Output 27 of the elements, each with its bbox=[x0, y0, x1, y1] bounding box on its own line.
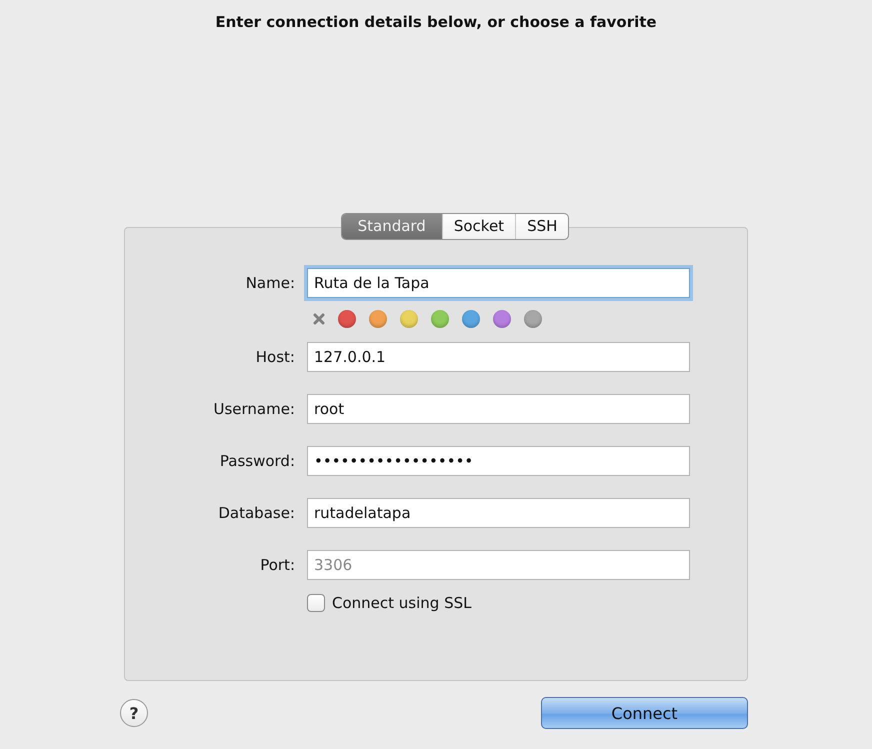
tab[interactable]: Socket bbox=[442, 214, 516, 239]
color-swatch[interactable] bbox=[431, 310, 449, 328]
input-field[interactable]: root bbox=[307, 394, 690, 424]
color-swatch[interactable] bbox=[493, 310, 511, 328]
field-label: Name: bbox=[244, 274, 295, 292]
field-label: Password: bbox=[218, 452, 295, 470]
dialog-heading: Enter connection details below, or choose a favorite bbox=[215, 13, 657, 31]
color-swatch[interactable] bbox=[524, 310, 542, 328]
input-field[interactable]: Ruta de la Tapa bbox=[307, 268, 690, 298]
color-swatch[interactable] bbox=[338, 310, 356, 328]
help-button[interactable]: ? bbox=[120, 699, 148, 727]
clear-color-icon[interactable] bbox=[313, 313, 325, 325]
input-field[interactable]: 127.0.0.1 bbox=[307, 342, 690, 372]
connect-button[interactable]: Connect bbox=[541, 697, 748, 729]
color-swatch[interactable] bbox=[400, 310, 418, 328]
field-label: Database: bbox=[217, 504, 295, 522]
checkbox[interactable] bbox=[307, 594, 325, 612]
field-label: Port: bbox=[259, 556, 295, 574]
color-swatch[interactable] bbox=[462, 310, 480, 328]
color-swatch[interactable] bbox=[369, 310, 387, 328]
input-field[interactable]: •••••••••••••••••• bbox=[307, 446, 690, 476]
checkbox-label: Connect using SSL bbox=[332, 594, 472, 612]
input-field[interactable]: 3306 bbox=[307, 550, 690, 580]
input-field[interactable]: rutadelatapa bbox=[307, 498, 690, 528]
tab[interactable]: Standard bbox=[342, 214, 442, 239]
field-label: Username: bbox=[212, 400, 295, 418]
field-label: Host: bbox=[254, 348, 295, 366]
